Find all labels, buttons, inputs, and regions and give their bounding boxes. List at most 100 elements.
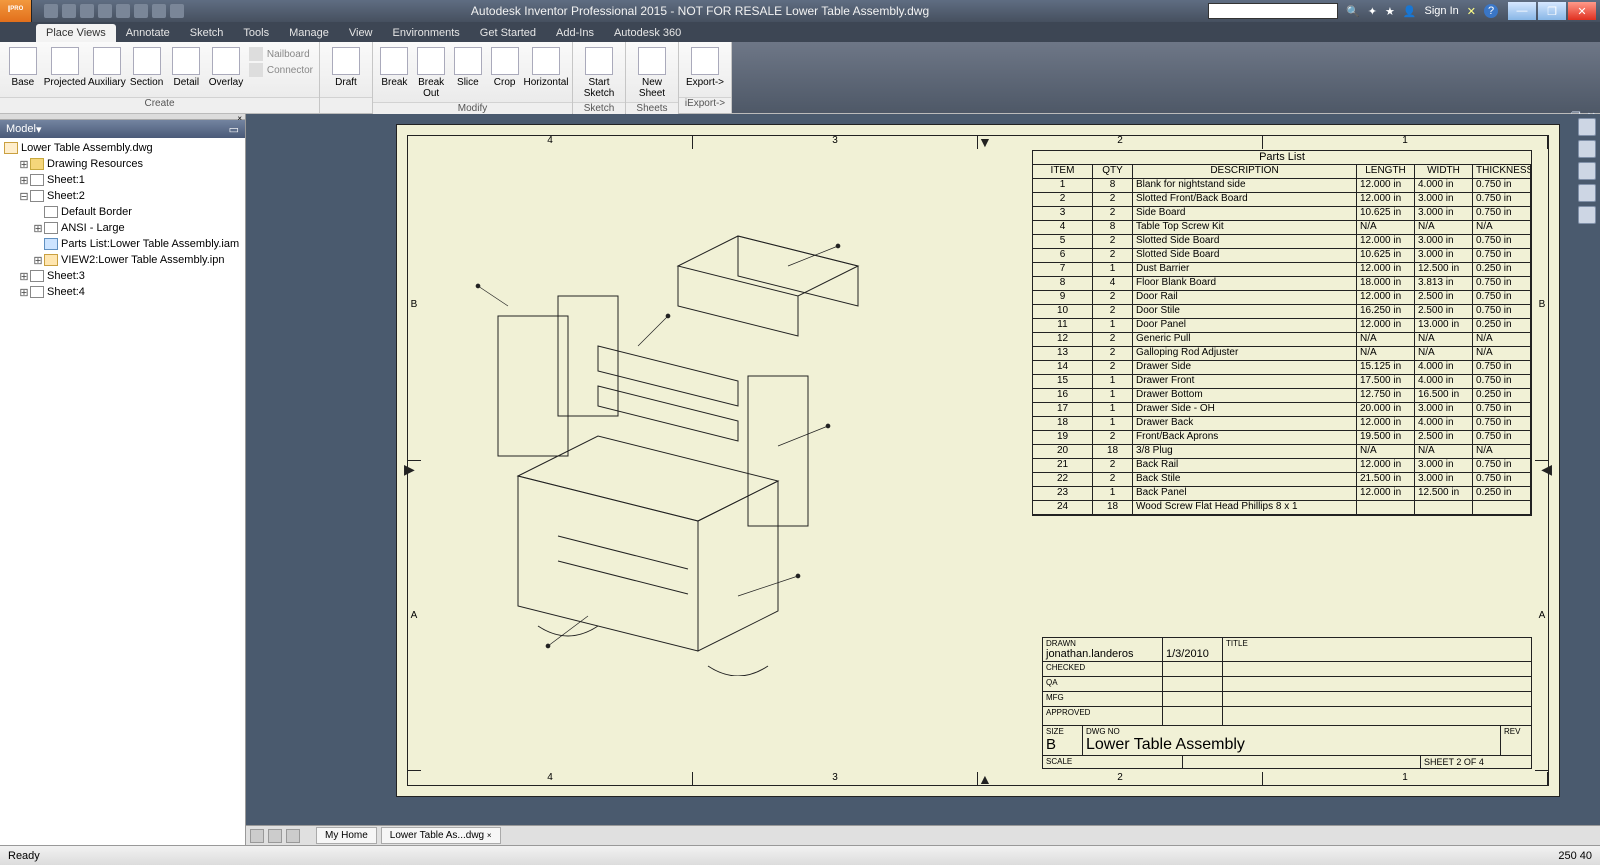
- qat-open-icon[interactable]: [62, 4, 76, 18]
- ribbon-draft-button[interactable]: Draft: [324, 45, 368, 88]
- tab-manage[interactable]: Manage: [279, 24, 339, 42]
- table-row[interactable]: 62Slotted Side Board10.625 in3.000 in0.7…: [1033, 249, 1531, 263]
- tab-view[interactable]: View: [339, 24, 383, 42]
- table-row[interactable]: 92Door Rail12.000 in2.500 in0.750 in: [1033, 291, 1531, 305]
- table-row[interactable]: 142Drawer Side15.125 in4.000 in0.750 in: [1033, 361, 1531, 375]
- tree-item[interactable]: ⊞Sheet:3: [0, 268, 245, 284]
- tab-get-started[interactable]: Get Started: [470, 24, 546, 42]
- ribbon-break-button[interactable]: Break: [377, 45, 412, 88]
- window-close-button[interactable]: ✕: [1568, 2, 1596, 20]
- tree-root[interactable]: Lower Table Assembly.dwg: [0, 140, 245, 156]
- table-row[interactable]: 71Dust Barrier12.000 in12.500 in0.250 in: [1033, 263, 1531, 277]
- tree-item[interactable]: ⊞Sheet:1: [0, 172, 245, 188]
- table-row[interactable]: 132Galloping Rod AdjusterN/AN/AN/A: [1033, 347, 1531, 361]
- star-icon[interactable]: ★: [1385, 5, 1395, 18]
- qat-save-icon[interactable]: [80, 4, 94, 18]
- chevron-down-icon[interactable]: ▾: [36, 123, 42, 136]
- exploded-view[interactable]: [438, 196, 918, 676]
- signin-label[interactable]: Sign In: [1425, 5, 1459, 17]
- ribbon-section-button[interactable]: Section: [128, 45, 166, 88]
- table-row[interactable]: 52Slotted Side Board12.000 in3.000 in0.7…: [1033, 235, 1531, 249]
- ribbon-horizontal-button[interactable]: Horizontal: [524, 45, 568, 88]
- pan-icon[interactable]: [1578, 140, 1596, 158]
- tree-item[interactable]: ⊟Sheet:2: [0, 188, 245, 204]
- browser-header[interactable]: Model▾ ▭: [0, 120, 245, 138]
- table-row[interactable]: 111Door Panel12.000 in13.000 in0.250 in: [1033, 319, 1531, 333]
- table-row[interactable]: 151Drawer Front17.500 in4.000 in0.750 in: [1033, 375, 1531, 389]
- favorites-icon[interactable]: ✦: [1368, 5, 1377, 18]
- table-row[interactable]: 22Slotted Front/Back Board12.000 in3.000…: [1033, 193, 1531, 207]
- qat-undo-icon[interactable]: [98, 4, 112, 18]
- qat-new-icon[interactable]: [44, 4, 58, 18]
- table-header-row: ITEMQTYDESCRIPTIONLENGTHWIDTHTHICKNESS: [1033, 165, 1531, 179]
- table-row[interactable]: 171Drawer Side - OH20.000 in3.000 in0.75…: [1033, 403, 1531, 417]
- drawing-canvas[interactable]: 4321 4321 BA BA ▼ ▲ ▶ ◀: [246, 114, 1600, 825]
- nav-wheel-icon[interactable]: [1578, 118, 1596, 136]
- table-row[interactable]: 18Blank for nightstand side12.000 in4.00…: [1033, 179, 1531, 193]
- table-row[interactable]: 161Drawer Bottom12.750 in16.500 in0.250 …: [1033, 389, 1531, 403]
- tab-annotate[interactable]: Annotate: [116, 24, 180, 42]
- parts-list-table[interactable]: Parts List ITEMQTYDESCRIPTIONLENGTHWIDTH…: [1032, 150, 1532, 516]
- tab-place-views[interactable]: Place Views: [36, 24, 116, 42]
- table-row[interactable]: 192Front/Back Aprons19.500 in2.500 in0.7…: [1033, 431, 1531, 445]
- table-row[interactable]: 181Drawer Back12.000 in4.000 in0.750 in: [1033, 417, 1531, 431]
- signin-icon[interactable]: 👤: [1403, 5, 1417, 18]
- exchange-icon[interactable]: ✕: [1467, 5, 1476, 18]
- window-minimize-button[interactable]: —: [1508, 2, 1536, 20]
- ribbon-projected-button[interactable]: Projected: [44, 45, 86, 88]
- dock-icon[interactable]: [268, 829, 282, 843]
- orbit-icon[interactable]: [1578, 184, 1596, 202]
- search-icon[interactable]: 🔍: [1346, 5, 1360, 18]
- table-row[interactable]: 231Back Panel12.000 in12.500 in0.250 in: [1033, 487, 1531, 501]
- ribbon-overlay-button[interactable]: Overlay: [207, 45, 245, 88]
- ribbon-auxiliary-button[interactable]: Auxiliary: [88, 45, 126, 88]
- tree-item[interactable]: ⊞VIEW2:Lower Table Assembly.ipn: [0, 252, 245, 268]
- window-maximize-button[interactable]: ❐: [1538, 2, 1566, 20]
- ribbon-start-sketch-button[interactable]: Start Sketch: [577, 45, 621, 99]
- tab-tools[interactable]: Tools: [233, 24, 279, 42]
- dock-icon[interactable]: [250, 829, 264, 843]
- tab-sketch[interactable]: Sketch: [180, 24, 234, 42]
- tab-add-ins[interactable]: Add-Ins: [546, 24, 604, 42]
- ribbon-nailboard-button: Nailboard: [249, 47, 313, 61]
- ribbon-export--button[interactable]: Export->: [683, 45, 727, 88]
- tree-item[interactable]: Default Border: [0, 204, 245, 220]
- table-row[interactable]: 122Generic PullN/AN/AN/A: [1033, 333, 1531, 347]
- table-row[interactable]: 84Floor Blank Board18.000 in3.813 in0.75…: [1033, 277, 1531, 291]
- doc-tab[interactable]: My Home: [316, 827, 377, 844]
- help-search-input[interactable]: [1208, 3, 1338, 19]
- ribbon-break-out-button[interactable]: Break Out: [414, 45, 449, 99]
- table-row[interactable]: 102Door Stile16.250 in2.500 in0.750 in: [1033, 305, 1531, 319]
- table-row[interactable]: 32Side Board10.625 in3.000 in0.750 in: [1033, 207, 1531, 221]
- doc-tab[interactable]: Lower Table As...dwg ×: [381, 827, 501, 844]
- tab-environments[interactable]: Environments: [383, 24, 470, 42]
- table-row[interactable]: 2418Wood Screw Flat Head Phillips 8 x 1: [1033, 501, 1531, 515]
- table-row[interactable]: 20183/8 PlugN/AN/AN/A: [1033, 445, 1531, 459]
- browser-tree[interactable]: Lower Table Assembly.dwg⊞Drawing Resourc…: [0, 138, 245, 845]
- tree-item[interactable]: Parts List:Lower Table Assembly.iam: [0, 236, 245, 252]
- qat-icon[interactable]: [152, 4, 166, 18]
- zoom-icon[interactable]: [1578, 162, 1596, 180]
- qat-icon[interactable]: [170, 4, 184, 18]
- dock-icon[interactable]: [286, 829, 300, 843]
- browser-opts-icon[interactable]: ▭: [229, 123, 239, 136]
- ribbon-new-sheet-button[interactable]: New Sheet: [630, 45, 674, 99]
- app-icon[interactable]: IPRO: [0, 0, 32, 25]
- tree-item[interactable]: ⊞Sheet:4: [0, 284, 245, 300]
- table-row[interactable]: 222Back Stile21.500 in3.000 in0.750 in: [1033, 473, 1531, 487]
- help-icon[interactable]: ?: [1484, 4, 1498, 18]
- ribbon-crop-button[interactable]: Crop: [487, 45, 522, 88]
- table-row[interactable]: 212Back Rail12.000 in3.000 in0.750 in: [1033, 459, 1531, 473]
- tree-item[interactable]: ⊞ANSI - Large: [0, 220, 245, 236]
- tree-item[interactable]: ⊞Drawing Resources: [0, 156, 245, 172]
- sheet[interactable]: 4321 4321 BA BA ▼ ▲ ▶ ◀: [396, 124, 1560, 797]
- title-block[interactable]: DRAWN jonathan.landeros 1/3/2010 TITLE C…: [1042, 637, 1532, 769]
- tab-autodesk-360[interactable]: Autodesk 360: [604, 24, 691, 42]
- qat-icon[interactable]: [134, 4, 148, 18]
- lookat-icon[interactable]: [1578, 206, 1596, 224]
- ribbon-slice-button[interactable]: Slice: [451, 45, 486, 88]
- ribbon-base-button[interactable]: Base: [4, 45, 42, 88]
- qat-redo-icon[interactable]: [116, 4, 130, 18]
- ribbon-detail-button[interactable]: Detail: [167, 45, 205, 88]
- table-row[interactable]: 48Table Top Screw KitN/AN/AN/A: [1033, 221, 1531, 235]
